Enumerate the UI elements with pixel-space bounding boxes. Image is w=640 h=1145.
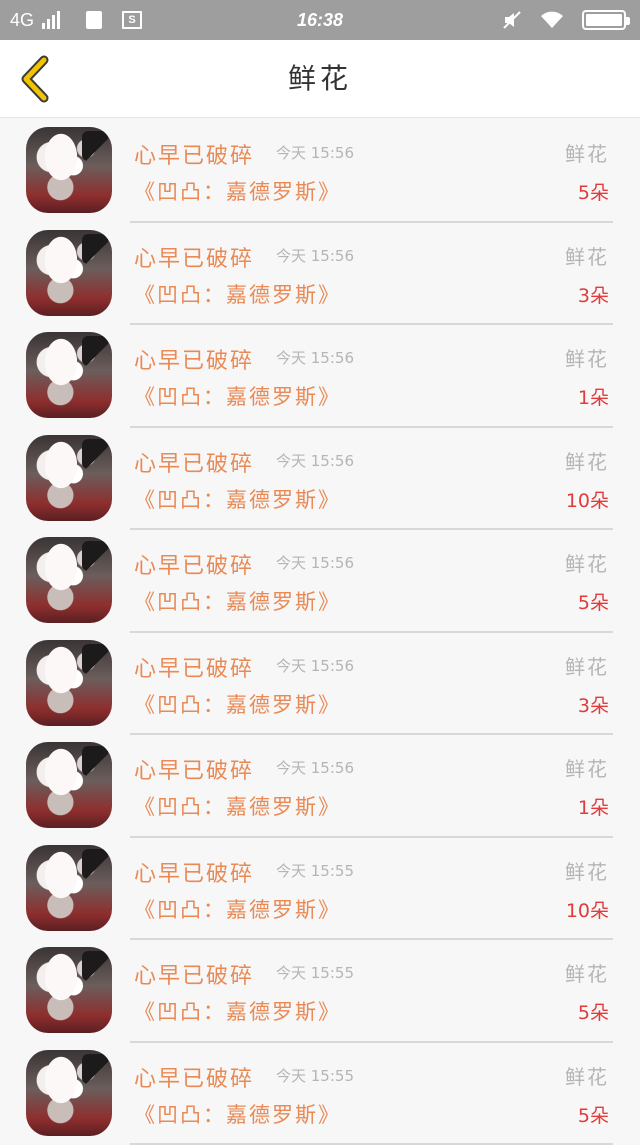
page-title: 鲜花: [0, 40, 640, 118]
list-item[interactable]: 心早已破碎 今天 15:56 鲜花《凹凸：嘉德罗斯》 5朵: [0, 120, 640, 223]
status-bar: 4G S 16:38: [0, 0, 640, 40]
gift-count: 3朵: [578, 691, 609, 718]
gift-count: 5朵: [578, 588, 609, 615]
back-button[interactable]: [14, 54, 62, 104]
network-type: 4G: [10, 10, 34, 31]
sender-name[interactable]: 心早已破碎: [134, 1061, 254, 1093]
gift-count: 10朵: [566, 486, 609, 513]
list-item-body: 心早已破碎 今天 15:56 鲜花《凹凸：嘉德罗斯》 5朵: [130, 120, 613, 223]
list-item[interactable]: 心早已破碎 今天 15:56 鲜花《凹凸：嘉德罗斯》 1朵: [0, 735, 640, 838]
list-item-body: 心早已破碎 今天 15:55 鲜花《凹凸：嘉德罗斯》 5朵: [130, 1043, 613, 1145]
gift-type-label: 鲜花: [565, 1061, 609, 1090]
list-item-body: 心早已破碎 今天 15:55 鲜花《凹凸：嘉德罗斯》 5朵: [130, 940, 613, 1043]
gift-type-label: 鲜花: [565, 856, 609, 885]
gift-type-label: 鲜花: [565, 343, 609, 372]
avatar[interactable]: [26, 640, 112, 726]
status-bar-right: [502, 0, 626, 40]
gift-type-label: 鲜花: [565, 446, 609, 475]
book-title[interactable]: 《凹凸：嘉德罗斯》: [134, 894, 341, 924]
gift-count: 3朵: [578, 281, 609, 308]
timestamp: 今天 15:56: [276, 655, 354, 676]
timestamp: 今天 15:56: [276, 142, 354, 163]
avatar[interactable]: [26, 742, 112, 828]
avatar[interactable]: [26, 537, 112, 623]
sender-name[interactable]: 心早已破碎: [134, 446, 254, 478]
screenshot-icon: S: [122, 11, 142, 29]
list-item-body: 心早已破碎 今天 15:56 鲜花《凹凸：嘉德罗斯》 10朵: [130, 428, 613, 531]
book-title[interactable]: 《凹凸：嘉德罗斯》: [134, 689, 341, 719]
gift-count: 10朵: [566, 896, 609, 923]
gift-count: 5朵: [578, 178, 609, 205]
book-title[interactable]: 《凹凸：嘉德罗斯》: [134, 381, 341, 411]
list-item[interactable]: 心早已破碎 今天 15:56 鲜花《凹凸：嘉德罗斯》 3朵: [0, 633, 640, 736]
timestamp: 今天 15:56: [276, 757, 354, 778]
list-item-body: 心早已破碎 今天 15:56 鲜花《凹凸：嘉德罗斯》 5朵: [130, 530, 613, 633]
sender-name[interactable]: 心早已破碎: [134, 958, 254, 990]
avatar[interactable]: [26, 845, 112, 931]
list-item[interactable]: 心早已破碎 今天 15:56 鲜花《凹凸：嘉德罗斯》 1朵: [0, 325, 640, 428]
sender-name[interactable]: 心早已破碎: [134, 548, 254, 580]
timestamp: 今天 15:55: [276, 860, 354, 881]
list-item[interactable]: 心早已破碎 今天 15:56 鲜花《凹凸：嘉德罗斯》 5朵: [0, 530, 640, 633]
list-item[interactable]: 心早已破碎 今天 15:56 鲜花《凹凸：嘉德罗斯》 3朵: [0, 223, 640, 326]
list-item[interactable]: 心早已破碎 今天 15:55 鲜花《凹凸：嘉德罗斯》 5朵: [0, 940, 640, 1043]
book-title[interactable]: 《凹凸：嘉德罗斯》: [134, 586, 341, 616]
gift-count: 1朵: [578, 383, 609, 410]
book-title[interactable]: 《凹凸：嘉德罗斯》: [134, 996, 341, 1026]
gift-type-label: 鲜花: [565, 138, 609, 167]
list-item[interactable]: 心早已破碎 今天 15:56 鲜花《凹凸：嘉德罗斯》 10朵: [0, 428, 640, 531]
book-title[interactable]: 《凹凸：嘉德罗斯》: [134, 1099, 341, 1129]
list-item[interactable]: 心早已破碎 今天 15:55 鲜花《凹凸：嘉德罗斯》 5朵: [0, 1043, 640, 1145]
gift-count: 1朵: [578, 793, 609, 820]
sender-name[interactable]: 心早已破碎: [134, 138, 254, 170]
timestamp: 今天 15:55: [276, 1065, 354, 1086]
sender-name[interactable]: 心早已破碎: [134, 343, 254, 375]
signal-strength-icon: [42, 11, 60, 29]
book-title[interactable]: 《凹凸：嘉德罗斯》: [134, 791, 341, 821]
gift-type-label: 鲜花: [565, 241, 609, 270]
timestamp: 今天 15:56: [276, 450, 354, 471]
avatar[interactable]: [26, 230, 112, 316]
book-title[interactable]: 《凹凸：嘉德罗斯》: [134, 176, 341, 206]
wifi-icon: [540, 11, 564, 29]
gift-type-label: 鲜花: [565, 651, 609, 680]
timestamp: 今天 15:55: [276, 962, 354, 983]
avatar[interactable]: [26, 1050, 112, 1136]
status-bar-left: 4G S: [10, 0, 142, 40]
gift-count: 5朵: [578, 998, 609, 1025]
list-item-body: 心早已破碎 今天 15:56 鲜花《凹凸：嘉德罗斯》 3朵: [130, 633, 613, 736]
gift-type-label: 鲜花: [565, 958, 609, 987]
avatar[interactable]: [26, 947, 112, 1033]
list-item[interactable]: 心早已破碎 今天 15:55 鲜花《凹凸：嘉德罗斯》 10朵: [0, 838, 640, 941]
gift-count: 5朵: [578, 1101, 609, 1128]
battery-icon: [582, 10, 626, 30]
list-item-body: 心早已破碎 今天 15:55 鲜花《凹凸：嘉德罗斯》 10朵: [130, 838, 613, 941]
page-header: 鲜花: [0, 40, 640, 118]
list-item-body: 心早已破碎 今天 15:56 鲜花《凹凸：嘉德罗斯》 1朵: [130, 325, 613, 428]
avatar[interactable]: [26, 332, 112, 418]
list-item-body: 心早已破碎 今天 15:56 鲜花《凹凸：嘉德罗斯》 3朵: [130, 223, 613, 326]
timestamp: 今天 15:56: [276, 552, 354, 573]
book-title[interactable]: 《凹凸：嘉德罗斯》: [134, 484, 341, 514]
flower-gift-list: 心早已破碎今天 15:56鲜花《凹凸：嘉德罗斯》5朵心早已破碎今天 15:56鲜…: [0, 120, 640, 1145]
sender-name[interactable]: 心早已破碎: [134, 753, 254, 785]
shopping-bag-icon: [86, 11, 102, 29]
book-title[interactable]: 《凹凸：嘉德罗斯》: [134, 279, 341, 309]
gift-type-label: 鲜花: [565, 753, 609, 782]
gift-type-label: 鲜花: [565, 548, 609, 577]
avatar[interactable]: [26, 435, 112, 521]
timestamp: 今天 15:56: [276, 245, 354, 266]
list-item-body: 心早已破碎 今天 15:56 鲜花《凹凸：嘉德罗斯》 1朵: [130, 735, 613, 838]
timestamp: 今天 15:56: [276, 347, 354, 368]
avatar[interactable]: [26, 127, 112, 213]
mute-icon: [502, 10, 522, 30]
sender-name[interactable]: 心早已破碎: [134, 856, 254, 888]
sender-name[interactable]: 心早已破碎: [134, 651, 254, 683]
sender-name[interactable]: 心早已破碎: [134, 241, 254, 273]
